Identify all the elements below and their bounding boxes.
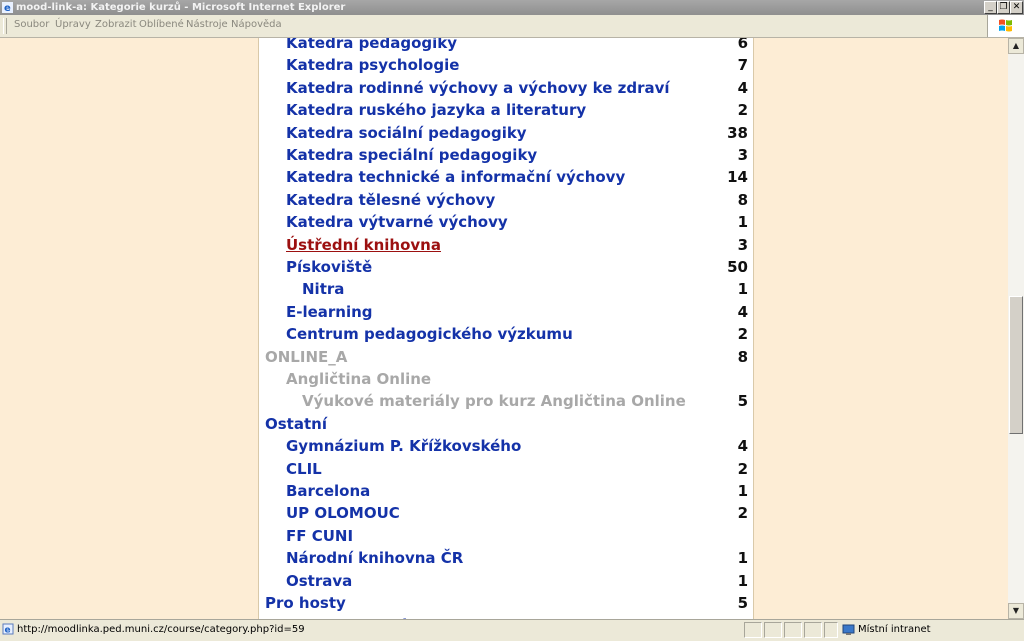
category-link[interactable]: Ostrava [286, 570, 352, 592]
category-link[interactable]: Barcelona [286, 480, 370, 502]
svg-text:e: e [4, 3, 11, 13]
category-link[interactable]: E-learning [286, 301, 373, 323]
category-link[interactable]: Katedra pedagogiky [286, 38, 457, 54]
arrow-down-icon: ▼ [1012, 606, 1020, 615]
page-viewport: Katedra pedagogiky 6 Katedra psychologie 7 K… [0, 38, 1008, 619]
course-count: 5 [737, 594, 748, 612]
toolbar-grip[interactable] [3, 18, 7, 34]
course-count: 6 [737, 38, 748, 52]
course-count: 8 [737, 190, 748, 209]
status-url: http://moodlinka.ped.muni.cz/course/cate… [17, 624, 305, 635]
category-link[interactable]: Výukové materiály pro kurz Angličtina On… [302, 390, 686, 412]
course-count: 1 [737, 549, 748, 568]
category-list: Katedra pedagogiky 6 Katedra psychologie 7 K… [258, 38, 754, 619]
category-link[interactable]: FF CUNI [286, 525, 353, 547]
category-link[interactable]: Katedra speciální pedagogiky [286, 144, 537, 166]
category-link[interactable]: Angličtina Online [286, 368, 431, 390]
menu-favorites[interactable]: Oblíbené [139, 19, 184, 30]
course-count: 50 [727, 258, 748, 276]
scroll-up-button[interactable]: ▲ [1008, 38, 1024, 54]
course-count: 2 [737, 101, 748, 120]
security-zone: Místní intranet [858, 624, 931, 635]
close-icon: ✕ [1012, 2, 1021, 12]
course-count: 2 [737, 459, 748, 478]
ie-icon: e [2, 2, 13, 13]
course-count: 2 [737, 504, 748, 523]
maximize-button[interactable]: ❐ [997, 1, 1010, 14]
minimize-icon: _ [988, 2, 993, 12]
course-count: 1 [737, 280, 748, 299]
category-link[interactable]: UP OLOMOUC [286, 502, 400, 524]
svg-text:e: e [5, 626, 11, 636]
arrow-up-icon: ▲ [1012, 41, 1020, 50]
menu-bar: Soubor Úpravy Zobrazit Oblíbené Nástroje… [0, 15, 1024, 38]
title-bar: e mood-link-a: Kategorie kurzů - Microso… [0, 0, 1024, 15]
course-count: 1 [737, 571, 748, 590]
category-link[interactable]: Katedra tělesné výchovy [286, 189, 495, 211]
status-cell [744, 622, 762, 638]
status-cell [804, 622, 822, 638]
course-count: 1 [737, 213, 748, 232]
window-title: mood-link-a: Kategorie kurzů - Microsoft… [16, 2, 346, 13]
category-link[interactable]: Ústřední knihovna [286, 234, 441, 256]
category-link[interactable]: Centrum pedagogického výzkumu [286, 323, 573, 345]
category-link[interactable]: CLIL [286, 458, 322, 480]
course-count: 1 [737, 482, 748, 500]
minimize-button[interactable]: _ [984, 1, 997, 14]
category-link[interactable]: Národní knihovna ČR [286, 547, 463, 569]
course-count: 14 [727, 168, 748, 187]
intranet-zone-icon [842, 624, 855, 635]
course-count: 4 [737, 302, 748, 321]
menu-edit[interactable]: Úpravy [55, 19, 91, 30]
category-link[interactable]: Katedra rodinné výchovy a výchovy ke zdr… [286, 77, 670, 99]
status-cell [784, 622, 802, 638]
windows-logo [987, 15, 1024, 37]
course-count: 5 [737, 392, 748, 411]
course-count: 4 [737, 437, 748, 456]
category-link[interactable]: Katedra technické a informační výchovy [286, 166, 625, 188]
category-link[interactable]: Katedra výtvarné výchovy [286, 211, 508, 233]
menu-tools[interactable]: Nástroje [186, 19, 228, 30]
category-link[interactable]: Gymnázium P. Křížkovského [286, 435, 521, 457]
course-count: 4 [737, 78, 748, 97]
vertical-scrollbar[interactable]: ▲ ▼ [1008, 38, 1024, 619]
category-link[interactable]: ONLINE_A [265, 346, 347, 368]
menu-help[interactable]: Nápověda [231, 19, 282, 30]
course-count: 3 [737, 146, 748, 164]
close-button[interactable]: ✕ [1010, 1, 1023, 14]
windows-flag-icon [999, 19, 1012, 32]
course-count: 3 [737, 235, 748, 254]
menu-view[interactable]: Zobrazit [95, 19, 137, 30]
status-bar: e http://moodlinka.ped.muni.cz/course/ca… [0, 619, 1024, 641]
course-count: 2 [737, 325, 748, 344]
page-icon: e [2, 623, 14, 635]
category-link[interactable]: Katedra sociální pedagogiky [286, 122, 527, 144]
course-count: 7 [737, 56, 748, 75]
scroll-thumb[interactable] [1009, 296, 1023, 434]
category-link[interactable]: Pro hosty [265, 592, 346, 614]
status-cell [824, 622, 838, 638]
restore-icon: ❐ [999, 2, 1008, 12]
category-link[interactable]: Pískoviště [286, 256, 372, 278]
scroll-down-button[interactable]: ▼ [1008, 603, 1024, 619]
category-link[interactable]: Ostatní [265, 413, 327, 435]
category-link[interactable]: Katedra ruského jazyka a literatury [286, 99, 586, 121]
menu-file[interactable]: Soubor [14, 19, 49, 30]
course-count: 8 [737, 347, 748, 366]
course-count: 38 [727, 123, 748, 142]
category-link[interactable]: Nitra [302, 278, 344, 300]
category-link[interactable]: Katedra psychologie [286, 54, 459, 76]
status-cell [764, 622, 782, 638]
